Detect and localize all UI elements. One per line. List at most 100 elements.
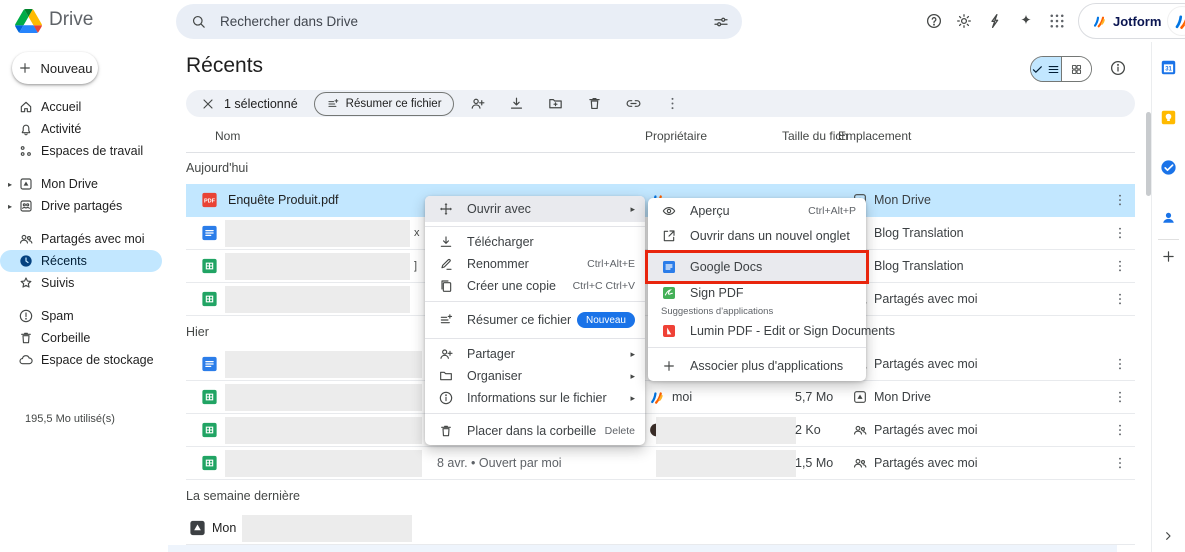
people-loc-icon (852, 422, 868, 438)
section-header-la-semaine-derni-re: La semaine dernière (186, 480, 1135, 512)
row-more-actions-icon[interactable] (1112, 258, 1128, 274)
google-apps-grid-icon[interactable] (1048, 12, 1066, 30)
pdf-file-icon: PDF (200, 191, 219, 210)
docs-file-icon (200, 224, 219, 243)
menu-item-cr-er-une-copie[interactable]: Créer une copie Ctrl+C Ctrl+V (425, 275, 645, 297)
copy-icon (438, 278, 454, 294)
menu-item-organiser[interactable]: Organiser ▸ (425, 365, 645, 387)
table-row[interactable]: 2 Ko Partagés avec moi (186, 414, 1135, 447)
more-actions-icon[interactable] (664, 95, 681, 112)
jotform-mini-icon (648, 389, 665, 406)
help-icon[interactable] (925, 12, 943, 30)
sidebar-item-espace-de-stockage[interactable]: Espace de stockage (0, 349, 162, 371)
search-input[interactable] (218, 13, 712, 30)
column-location[interactable]: Emplacement (838, 129, 911, 143)
jotform-logo-icon (1091, 13, 1107, 29)
menu-item-google-docs[interactable]: Google Docs (648, 253, 866, 281)
close-selection-icon[interactable] (200, 96, 216, 112)
drive-logo-icon (15, 9, 42, 33)
menu-item-associer-plus-d-applications[interactable]: Associer plus d'applications (648, 352, 866, 380)
account-chip[interactable]: Jotform (1078, 3, 1185, 39)
jotform-extension-icon[interactable] (986, 12, 1004, 30)
avatar[interactable] (1167, 6, 1185, 36)
summarize-file-button[interactable]: Résumer ce fichier (313, 91, 454, 116)
table-row[interactable]: 1,5 Mo 8 avr. • Ouvert par moi Partagés av… (186, 447, 1135, 480)
workspaces-icon (18, 143, 34, 159)
sheets-file-icon (200, 388, 219, 407)
menu-item-placer-dans-la-corbeille[interactable]: Placer dans la corbeille Delete (425, 418, 645, 444)
menu-item-aper-u[interactable]: Aperçu Ctrl+Alt+P (648, 198, 866, 224)
sidebar-item-drive-partag-s[interactable]: ▸ Drive partagés (0, 195, 162, 217)
menu-item-ouvrir-dans-un-nouvel-onglet[interactable]: Ouvrir dans un nouvel onglet (648, 224, 866, 248)
copy-link-icon[interactable] (625, 95, 642, 112)
tasks-icon[interactable] (1159, 158, 1178, 177)
submenu-arrow-icon: ▸ (630, 392, 635, 403)
sidebar-item-label: Spam (41, 309, 74, 323)
row-more-actions-icon[interactable] (1112, 291, 1128, 307)
row-more-actions-icon[interactable] (1112, 356, 1128, 372)
row-more-actions-icon[interactable] (1112, 389, 1128, 405)
menu-item-informations-sur-le-fichier[interactable]: Informations sur le fichier ▸ (425, 387, 645, 409)
search-bar[interactable] (176, 4, 742, 39)
shareddrive-icon (18, 198, 34, 214)
sidebar-item-label: Corbeille (41, 331, 91, 345)
table-row[interactable]: moi 5,7 Mo Mon Drive (186, 381, 1135, 414)
mydrive-icon (18, 176, 34, 192)
details-info-icon[interactable] (1109, 59, 1127, 77)
sidebar-item-partag-s-avec-moi[interactable]: Partagés avec moi (0, 228, 162, 250)
sidebar-item-accueil[interactable]: Accueil (0, 96, 162, 118)
menu-item-t-l-charger[interactable]: Télécharger (425, 231, 645, 253)
search-filters-icon[interactable] (712, 13, 730, 31)
contacts-icon[interactable] (1159, 208, 1178, 227)
expand-arrow-icon[interactable]: ▸ (8, 180, 18, 189)
sidebar-item-corbeille[interactable]: Corbeille (0, 327, 162, 349)
table-header: Nom Propriétaire Taille du fich Emplacem… (186, 120, 1135, 153)
storage-usage-note: 195,5 Mo utilisé(s) (25, 413, 115, 425)
row-more-actions-icon[interactable] (1112, 225, 1128, 241)
collapse-panel-chevron-icon[interactable] (1160, 528, 1176, 544)
sidebar-item-espaces-de-travail[interactable]: Espaces de travail (0, 140, 162, 162)
column-owner[interactable]: Propriétaire (645, 129, 707, 143)
row-more-actions-icon[interactable] (1112, 192, 1128, 208)
menu-item-renommer[interactable]: Renommer Ctrl+Alt+E (425, 253, 645, 275)
keep-icon[interactable] (1159, 108, 1178, 127)
grid-view-button[interactable] (1060, 57, 1091, 81)
settings-gear-icon[interactable] (955, 12, 973, 30)
sidebar-item-r-cents[interactable]: Récents (0, 250, 162, 272)
download-icon[interactable] (508, 95, 525, 112)
table-row[interactable]: Mon (186, 512, 1135, 545)
row-more-actions-icon[interactable] (1112, 422, 1128, 438)
list-view-button[interactable] (1031, 57, 1061, 81)
menu-divider (648, 250, 866, 251)
expand-arrow-icon[interactable]: ▸ (8, 202, 18, 211)
menu-item-lumin-pdf-edit-or-sign-documents[interactable]: Lumin PDF - Edit or Sign Documents (648, 319, 895, 343)
redacted-file-name (225, 253, 410, 280)
move-to-folder-icon[interactable] (547, 95, 564, 112)
next-row-edge (168, 545, 1117, 552)
docs-file-icon (200, 355, 219, 374)
menu-item-ouvrir-avec[interactable]: Ouvrir avec ▸ (425, 196, 645, 222)
sidebar-item-activit[interactable]: Activité (0, 118, 162, 140)
share-icon[interactable] (469, 95, 486, 112)
calendar-icon[interactable]: 31 (1159, 58, 1178, 77)
mydrive-loc-icon (852, 389, 868, 405)
sidebar-item-mon-drive[interactable]: ▸ Mon Drive (0, 173, 162, 195)
menu-item-r-sumer-ce-fichier[interactable]: Résumer ce fichier Nouveau (425, 306, 645, 334)
redacted-owner-name (656, 450, 796, 477)
add-panel-app-icon[interactable] (1160, 248, 1177, 265)
plus-icon (17, 60, 33, 76)
menu-item-sign-pdf[interactable]: Sign PDF (648, 281, 866, 305)
trash-icon[interactable] (586, 95, 603, 112)
star-icon (18, 275, 34, 291)
column-name[interactable]: Nom (215, 129, 240, 143)
row-more-actions-icon[interactable] (1112, 455, 1128, 471)
sidebar-group: ▸ Mon Drive ▸ Drive partagés (0, 173, 162, 217)
sidebar-item-spam[interactable]: Spam (0, 305, 162, 327)
main-scrollbar[interactable] (1146, 112, 1151, 196)
redacted-owner-name (656, 417, 796, 444)
new-button[interactable]: Nouveau (12, 52, 98, 84)
file-size: 1,5 Mo (795, 456, 834, 470)
menu-item-partager[interactable]: Partager ▸ (425, 343, 645, 365)
sidebar-item-suivis[interactable]: Suivis (0, 272, 162, 294)
gemini-sparkle-icon[interactable] (1017, 12, 1035, 30)
